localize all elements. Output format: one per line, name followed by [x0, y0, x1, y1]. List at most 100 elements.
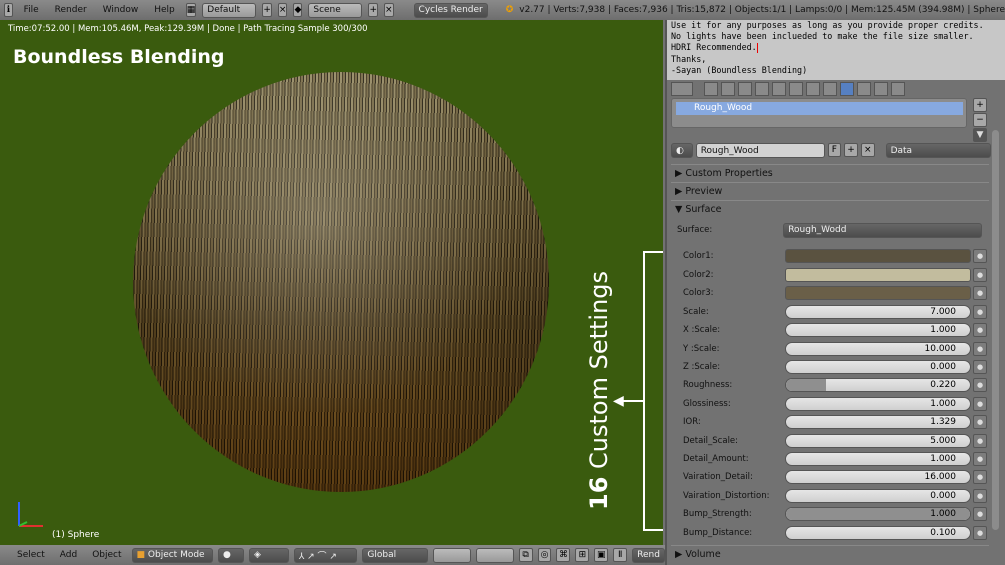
fake-user-button[interactable]: F [827, 143, 842, 157]
number-field[interactable]: 0.000 [785, 488, 971, 503]
opengl-render-button[interactable]: Rend [632, 547, 665, 563]
menu-help[interactable]: Help [149, 5, 180, 15]
editor-type-icon[interactable] [671, 82, 693, 96]
shading-select[interactable]: ● [218, 547, 244, 563]
3d-viewport[interactable]: Time:07:52.00 | Mem:105.46M, Peak:129.39… [0, 20, 663, 545]
number-field[interactable]: 10.000 [785, 341, 971, 356]
layers-tab-icon[interactable] [721, 82, 735, 96]
number-field[interactable]: 7.000 [785, 304, 971, 319]
modifiers-tab-icon[interactable] [806, 82, 820, 96]
socket-icon[interactable]: ● [973, 323, 987, 338]
color-swatch[interactable] [785, 286, 971, 301]
socket-icon[interactable]: ● [973, 525, 987, 540]
socket-icon[interactable]: ● [973, 452, 987, 466]
socket-icon[interactable]: ● [973, 415, 987, 430]
object-tab-icon[interactable] [772, 82, 786, 96]
scene-icon[interactable]: ◆ [293, 3, 303, 17]
add-layout-icon[interactable]: + [262, 3, 272, 17]
socket-icon[interactable]: ● [973, 304, 987, 319]
socket-icon[interactable]: ● [973, 249, 987, 263]
color-swatch[interactable] [785, 267, 971, 282]
render-icon[interactable]: ▣ [594, 548, 609, 562]
panel-preview[interactable]: ▶ Preview [671, 182, 989, 199]
socket-icon[interactable]: ● [973, 396, 987, 411]
material-name-field[interactable]: Rough_Wood [695, 143, 825, 158]
panel-surface[interactable]: ▼ Surface [671, 200, 989, 217]
scene-select[interactable]: Scene [308, 2, 363, 18]
render-engine-select[interactable]: Cycles Render [413, 2, 488, 18]
socket-icon[interactable]: ● [973, 378, 987, 393]
scene-tab-icon[interactable] [738, 82, 752, 96]
socket-icon[interactable]: ● [973, 267, 987, 282]
orientation-select[interactable]: Global [362, 547, 429, 563]
socket-icon[interactable]: ● [973, 360, 987, 374]
socket-icon[interactable]: ● [973, 507, 987, 522]
panel-custom-properties[interactable]: ▶ Custom Properties [671, 164, 989, 181]
layout-icon[interactable]: ▦ [185, 3, 197, 17]
particles-tab-icon[interactable] [874, 82, 888, 96]
add-scene-icon[interactable]: + [368, 3, 378, 17]
snap-target-icon[interactable]: ⊞ [575, 548, 590, 562]
menu-window[interactable]: Window [98, 5, 144, 15]
unlink-material-icon[interactable]: × [860, 143, 875, 157]
material-browse-icon[interactable]: ◐ [671, 143, 693, 158]
new-material-icon[interactable]: + [844, 143, 858, 157]
proportional-edit-icon[interactable]: ◎ [537, 548, 552, 562]
properties-scrollbar[interactable] [992, 130, 999, 530]
panel-volume[interactable]: ▶ Volume [671, 545, 989, 562]
material-slots-list[interactable]: Rough_Wood [671, 98, 967, 128]
number-field[interactable]: 1.000 [785, 507, 971, 522]
field-value: 0.000 [930, 362, 956, 372]
pivot-select[interactable]: ◈ [248, 547, 289, 563]
remove-scene-icon[interactable]: × [383, 3, 394, 17]
constraints-tab-icon[interactable] [789, 82, 803, 96]
number-field[interactable]: 1.000 [785, 452, 971, 466]
mode-select[interactable]: ■ Object Mode [131, 547, 214, 563]
number-field[interactable]: 1.329 [785, 415, 971, 430]
number-field[interactable]: 1.000 [785, 323, 971, 338]
menu-file[interactable]: File [19, 5, 44, 15]
socket-icon[interactable]: ● [973, 433, 987, 448]
physics-tab-icon[interactable] [891, 82, 905, 96]
rendered-sphere[interactable] [133, 72, 549, 492]
socket-icon[interactable]: ● [973, 488, 987, 503]
number-field[interactable]: 0.000 [785, 360, 971, 374]
material-slot-item[interactable]: Rough_Wood [676, 102, 963, 115]
remove-slot-icon[interactable]: − [973, 113, 987, 127]
field-value: 1.000 [930, 325, 956, 336]
slot-menu-icon[interactable]: ▼ [973, 128, 987, 142]
number-field[interactable]: 0.100 [785, 525, 971, 540]
menu-render[interactable]: Render [50, 5, 92, 15]
surface-shader-select[interactable]: Rough_Wodd [783, 222, 982, 238]
manipulator-buttons[interactable]: ⅄ ↗ ⌒ ↗ [293, 547, 358, 563]
pause-icon[interactable]: Ⅱ [613, 548, 628, 562]
material-datablock-row: ◐ Rough_Wood F + × Data [671, 143, 991, 158]
text-editor[interactable]: Use it for any purposes as long as you p… [665, 20, 1005, 80]
socket-icon[interactable]: ● [973, 341, 987, 356]
material-tab-icon[interactable] [840, 82, 854, 96]
add-slot-icon[interactable]: + [973, 98, 987, 112]
world-tab-icon[interactable] [755, 82, 769, 96]
socket-icon[interactable]: ● [973, 286, 987, 301]
menu-select[interactable]: Select [12, 550, 50, 560]
layers-1[interactable] [433, 547, 471, 563]
snap-icon[interactable]: ⌘ [556, 548, 571, 562]
layers-2[interactable] [475, 547, 514, 563]
number-field[interactable]: 0.220 [785, 378, 971, 393]
socket-icon[interactable]: ● [973, 470, 987, 485]
texture-tab-icon[interactable] [857, 82, 871, 96]
number-field[interactable]: 5.000 [785, 433, 971, 448]
number-field[interactable]: 16.000 [785, 470, 971, 485]
color-swatch[interactable] [785, 249, 971, 263]
remove-layout-icon[interactable]: × [277, 3, 288, 17]
layout-select[interactable]: Default [202, 2, 257, 18]
menu-object[interactable]: Object [87, 550, 126, 560]
link-select[interactable]: Data [885, 143, 991, 158]
menu-add[interactable]: Add [55, 550, 82, 560]
data-tab-icon[interactable] [823, 82, 837, 96]
number-field[interactable]: 1.000 [785, 396, 971, 411]
editor-type-icon[interactable]: ℹ [4, 3, 13, 17]
field-value: 16.000 [924, 472, 957, 483]
layer-lock-icon[interactable]: ⧉ [518, 548, 533, 562]
render-tab-icon[interactable] [704, 82, 718, 96]
